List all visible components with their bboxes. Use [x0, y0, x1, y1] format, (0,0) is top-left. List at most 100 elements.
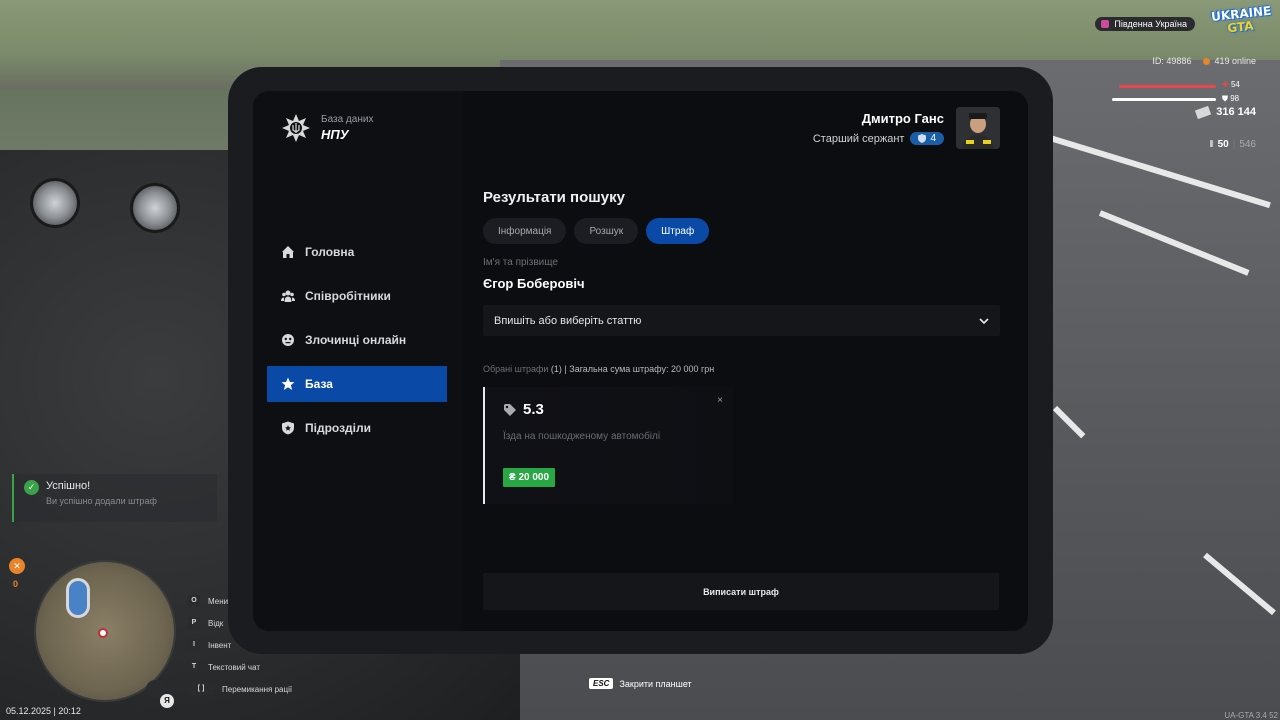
- issue-fine-button[interactable]: Виписати штраф: [483, 573, 999, 610]
- health-bar: [1119, 85, 1216, 88]
- armor-bar: [1112, 98, 1216, 101]
- fine-code: 5.3: [523, 401, 544, 418]
- armor-icon: ⛊: [1222, 94, 1228, 103]
- tag-icon: [504, 403, 516, 416]
- hunger-value: 0: [13, 579, 19, 589]
- health-icon: ✚: [1222, 80, 1229, 89]
- main-content: Результати пошуку Інформація Розшук Штра…: [483, 189, 1000, 504]
- avatar[interactable]: [956, 107, 1000, 149]
- tab-bar: Інформація Розшук Штраф: [483, 218, 1000, 244]
- shield-icon: [282, 421, 294, 435]
- tab-information[interactable]: Інформація: [483, 218, 567, 244]
- player-id: ID: 49886: [1152, 56, 1192, 66]
- sidebar-item-label: Злочинці онлайн: [305, 333, 407, 347]
- key-hint: I: [188, 639, 200, 651]
- online-count: 419 online: [1214, 56, 1256, 66]
- tab-fine[interactable]: Штраф: [646, 218, 710, 244]
- keybind-label: Текстовий чат: [208, 662, 261, 672]
- sidebar-nav: Головна Співробітники Злочинці онлайн Ба…: [267, 234, 447, 454]
- fine-amount-badge: ₴ 20 000: [503, 468, 556, 487]
- fine-card: 5.3 × Їзда на пошкодженому автомобілі ₴ …: [483, 387, 733, 504]
- player-info: ID: 49886 419 online: [1152, 56, 1256, 66]
- car-headlight: [30, 178, 80, 228]
- article-select-placeholder: Впишіть або виберіть статтю: [494, 314, 642, 327]
- sidebar-item-label: База: [305, 377, 333, 391]
- ammo-clip: 50: [1217, 139, 1229, 150]
- server-icon: [1101, 20, 1110, 28]
- keybind-label: Інвент: [208, 640, 232, 650]
- article-select[interactable]: Впишіть або виберіть статтю: [483, 305, 1000, 336]
- player-marker-icon: [98, 628, 108, 638]
- keybind-row: T Текстовий чат: [188, 656, 292, 678]
- server-badge: Південна Україна: [1095, 17, 1195, 31]
- ammo-total: 546: [1239, 139, 1256, 150]
- car-headlight: [130, 183, 180, 233]
- brand-header: База даних НПУ: [281, 113, 373, 143]
- user-rank: Старший сержант: [812, 132, 905, 145]
- page-title: Результати пошуку: [483, 189, 625, 206]
- key-hint: T: [188, 661, 200, 673]
- datetime: 05.12.2025 | 20:12: [6, 706, 81, 716]
- sidebar-item-label: Підрозділи: [305, 421, 371, 435]
- person-name: Єгор Боберовіч: [483, 276, 585, 291]
- money-display: 316 144: [1195, 105, 1256, 119]
- close-tablet-hint: ESC Закрити планшет: [589, 678, 692, 689]
- chevron-down-icon: [979, 317, 989, 324]
- key-hint: O: [188, 595, 200, 607]
- people-icon: [281, 290, 295, 302]
- summary-total: (1) | Загальна сума штрафу: 20 000 грн: [548, 364, 715, 374]
- tablet-screen: База даних НПУ Головна Співробітники Зло…: [253, 91, 1028, 631]
- rank-level: 4: [930, 133, 936, 144]
- user-profile: Дмитро Ганс Старший сержант 4: [813, 107, 1000, 149]
- hunger-icon: ✕: [9, 558, 25, 574]
- brand-title: НПУ: [321, 127, 349, 142]
- sidebar-item-database[interactable]: База: [267, 366, 447, 402]
- remove-fine-button[interactable]: ×: [717, 395, 723, 406]
- game-logo: UKRAINE GTA: [1210, 4, 1271, 41]
- stadium-marker: [66, 578, 90, 618]
- armor-value: 98: [1230, 94, 1240, 103]
- ammo-icon: ⦀: [1209, 139, 1214, 149]
- fine-code-row: 5.3: [503, 401, 544, 418]
- keybind-label: Перемикання рації: [222, 684, 293, 694]
- key-hint: P: [188, 617, 200, 629]
- keybind-row: I Інвент: [188, 634, 292, 656]
- notification-text: Ви успішно додали штраф: [46, 496, 157, 506]
- user-name: Дмитро Ганс: [861, 111, 944, 126]
- rank-badge: 4: [910, 132, 944, 145]
- health-stat: ✚ 54: [1222, 80, 1240, 89]
- brand-subtitle: База даних: [321, 114, 374, 125]
- language-indicator: Я: [160, 694, 174, 708]
- close-tablet-label: Закрити планшет: [619, 678, 692, 689]
- police-emblem-icon: [282, 114, 310, 142]
- star-icon: [281, 377, 295, 390]
- keybind-list: O Мени P Відк I Інвент T Текстовий чат [ ] Пе…: [188, 590, 292, 700]
- sidebar-item-label: Співробітники: [305, 289, 391, 303]
- sidebar-item-criminals-online[interactable]: Злочинці онлайн: [267, 322, 447, 358]
- rank-shield-icon: [918, 134, 927, 143]
- keybind-row: P Відк: [188, 612, 292, 634]
- version-label: UA-GTA 3.4 52: [1224, 711, 1278, 720]
- ammo-display: ⦀ 50 | 546: [1210, 139, 1256, 150]
- avatar-image: [956, 107, 1000, 149]
- money-value: 316 144: [1216, 106, 1256, 118]
- key-hint: [ ]: [188, 683, 214, 695]
- success-notification: ✓ Успішно! Ви успішно додали штраф: [12, 474, 217, 522]
- keybind-row: [ ] Перемикання рації: [188, 678, 292, 700]
- fines-summary: Обрані штрафи (1) | Загальна сума штрафу…: [483, 364, 1000, 374]
- keybind-label: Мени: [208, 596, 229, 606]
- sidebar-item-home[interactable]: Головна: [267, 234, 447, 270]
- summary-prefix: Обрані штрафи: [483, 364, 549, 374]
- home-icon: [282, 246, 294, 258]
- ammo-separator: |: [1232, 139, 1236, 150]
- esc-key: ESC: [589, 678, 614, 689]
- name-label: Ім'я та прізвище: [483, 257, 558, 268]
- notification-title: Успішно!: [46, 480, 91, 492]
- sidebar-item-employees[interactable]: Співробітники: [267, 278, 447, 314]
- server-name: Південна Україна: [1114, 19, 1187, 29]
- money-icon: [1195, 105, 1212, 119]
- tab-wanted[interactable]: Розшук: [574, 218, 639, 244]
- check-icon: ✓: [24, 480, 39, 495]
- sidebar-item-label: Головна: [305, 245, 355, 259]
- sidebar-item-divisions[interactable]: Підрозділи: [267, 410, 447, 446]
